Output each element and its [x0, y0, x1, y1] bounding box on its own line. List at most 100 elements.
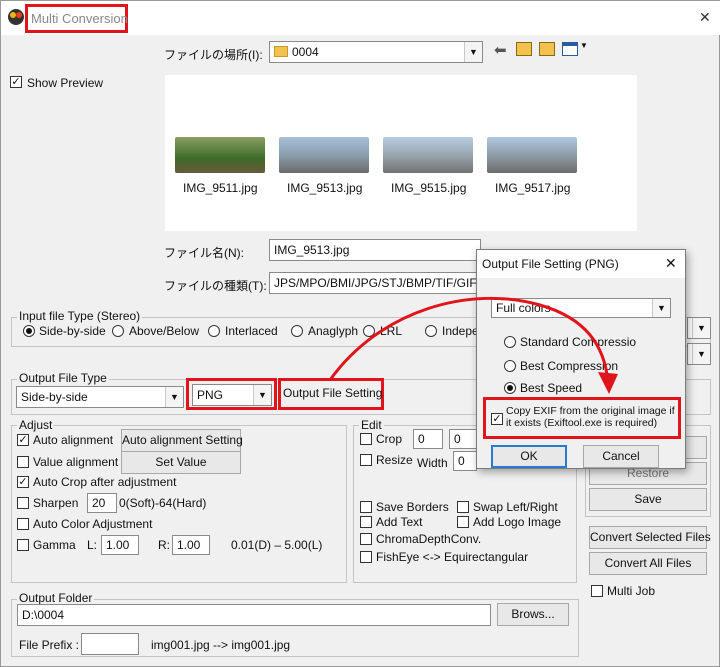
- auto-alignment-checkbox[interactable]: ✓: [17, 434, 29, 446]
- color-mode-combo[interactable]: Full colors ▼: [491, 298, 671, 318]
- chromadepth-checkbox[interactable]: [360, 533, 372, 545]
- add-text-checkbox[interactable]: [360, 516, 372, 528]
- crop-label: Crop: [376, 432, 403, 446]
- add-logo-label: Add Logo Image: [473, 515, 562, 529]
- sharpen-input[interactable]: 20: [87, 493, 117, 513]
- swap-checkbox[interactable]: [457, 501, 469, 513]
- view-menu-icon[interactable]: [562, 42, 578, 56]
- view-menu-chevron-icon[interactable]: ▼: [580, 41, 588, 50]
- convert-selected-button[interactable]: Convert Selected Files: [589, 526, 711, 549]
- show-preview-label: Show Preview: [27, 76, 104, 90]
- up-folder-icon[interactable]: [516, 42, 532, 56]
- back-arrow-icon[interactable]: ⬅: [494, 41, 507, 59]
- input-radio-4[interactable]: [363, 325, 375, 337]
- add-logo-checkbox[interactable]: [457, 516, 469, 528]
- set-value-button[interactable]: Set Value: [121, 451, 241, 474]
- input-radio-0[interactable]: [23, 325, 35, 337]
- save-button[interactable]: Save: [589, 488, 707, 511]
- input-radio-5[interactable]: [425, 325, 437, 337]
- chromadepth-label: ChromaDepthConv.: [376, 532, 482, 546]
- file-prefix-example: img001.jpg --> img001.jpg: [151, 638, 291, 652]
- gamma-checkbox[interactable]: [17, 539, 29, 551]
- compression-label-1: Best Compression: [520, 359, 619, 373]
- auto-alignment-label: Auto alignment: [33, 433, 114, 447]
- add-text-label: Add Text: [376, 515, 423, 529]
- input-radio-1[interactable]: [112, 325, 124, 337]
- browse-button[interactable]: Brows...: [497, 603, 569, 626]
- filetype-combo[interactable]: JPS/MPO/BMI/JPG/STJ/BMP/TIF/GIF/P: [269, 272, 481, 294]
- output-folder-input[interactable]: D:\0004: [17, 604, 491, 626]
- gamma-l-label: L:: [87, 538, 98, 552]
- cancel-button[interactable]: Cancel: [583, 445, 659, 468]
- fisheye-label: FishEye <-> Equirectangular: [376, 550, 529, 564]
- value-alignment-label: Value alignment: [33, 455, 119, 469]
- location-combo[interactable]: 0004 ▼: [269, 41, 483, 63]
- output-folder-title: Output Folder: [17, 591, 95, 605]
- close-icon[interactable]: ✕: [699, 9, 711, 26]
- resize-label: Resize: [376, 453, 413, 467]
- hidden-combo-1[interactable]: ▼: [687, 317, 711, 339]
- filename-input[interactable]: IMG_9513.jpg: [269, 239, 481, 261]
- location-label: ファイルの場所(I):: [164, 48, 263, 62]
- file-name-2[interactable]: IMG_9515.jpg: [391, 181, 466, 195]
- input-type-title: Input file Type (Stereo): [17, 309, 143, 323]
- multi-job-label: Multi Job: [607, 584, 656, 598]
- sharpen-checkbox[interactable]: [17, 497, 29, 509]
- hidden-combo-2[interactable]: ▼: [687, 343, 711, 365]
- compression-label-2: Best Speed: [520, 381, 583, 395]
- file-list[interactable]: IMG_9511.jpg IMG_9513.jpg IMG_9515.jpg I…: [165, 75, 637, 231]
- input-radio-2[interactable]: [208, 325, 220, 337]
- output-layout-combo[interactable]: Side-by-side ▼: [16, 386, 184, 408]
- width-input[interactable]: 0: [453, 451, 477, 471]
- input-radio-label-4: LRL: [380, 324, 403, 338]
- input-radio-label-0: Side-by-side: [39, 324, 106, 338]
- copy-exif-label: Copy EXIF from the original image if it …: [506, 405, 675, 429]
- crop-input-1[interactable]: 0: [413, 429, 443, 449]
- ok-button[interactable]: OK: [491, 445, 567, 468]
- output-layout-value: Side-by-side: [21, 390, 88, 404]
- file-name-3[interactable]: IMG_9517.jpg: [495, 181, 570, 195]
- chevron-down-icon: ▼: [652, 299, 670, 317]
- close-icon[interactable]: ✕: [665, 255, 677, 272]
- crop-checkbox[interactable]: [360, 433, 372, 445]
- convert-all-button[interactable]: Convert All Files: [589, 552, 707, 575]
- output-setting-button[interactable]: Output File Setting: [283, 383, 382, 406]
- multi-job-checkbox[interactable]: [591, 585, 603, 597]
- gamma-l-input[interactable]: 1.00: [101, 535, 139, 555]
- file-name-1[interactable]: IMG_9513.jpg: [287, 181, 362, 195]
- save-borders-checkbox[interactable]: [360, 501, 372, 513]
- thumbnail-2[interactable]: [383, 137, 473, 173]
- crop-input-2[interactable]: 0: [449, 429, 477, 449]
- window-title: Multi Conversion: [31, 11, 128, 26]
- compression-radio-0[interactable]: [504, 336, 516, 348]
- show-preview-checkbox[interactable]: ✓: [10, 76, 22, 88]
- title-bar: Multi Conversion ✕: [1, 1, 720, 35]
- gamma-r-input[interactable]: 1.00: [172, 535, 210, 555]
- copy-exif-checkbox[interactable]: ✓: [491, 413, 503, 425]
- fisheye-checkbox[interactable]: [360, 551, 372, 563]
- app-icon: [8, 9, 24, 25]
- auto-crop-checkbox[interactable]: ✓: [17, 476, 29, 488]
- output-type-title: Output File Type: [17, 371, 109, 385]
- thumbnail-3[interactable]: [487, 137, 577, 173]
- auto-color-label: Auto Color Adjustment: [33, 517, 153, 531]
- auto-alignment-setting-button[interactable]: Auto alignment Setting: [121, 429, 243, 452]
- resize-checkbox[interactable]: [360, 454, 372, 466]
- chevron-down-icon: ▼: [165, 387, 183, 407]
- thumbnail-0[interactable]: [175, 137, 265, 173]
- edit-title: Edit: [359, 418, 384, 432]
- chevron-down-icon: ▼: [464, 42, 482, 62]
- color-mode-value: Full colors: [496, 301, 551, 315]
- compression-radio-2[interactable]: [504, 382, 516, 394]
- output-format-combo[interactable]: PNG ▼: [192, 384, 272, 406]
- auto-color-checkbox[interactable]: [17, 518, 29, 530]
- value-alignment-checkbox[interactable]: [17, 456, 29, 468]
- compression-radio-1[interactable]: [504, 360, 516, 372]
- new-folder-icon[interactable]: [539, 42, 555, 56]
- thumbnail-1[interactable]: [279, 137, 369, 173]
- swap-label: Swap Left/Right: [473, 500, 558, 514]
- input-radio-3[interactable]: [291, 325, 303, 337]
- chevron-down-icon: ▼: [692, 344, 710, 364]
- file-prefix-input[interactable]: [81, 633, 139, 655]
- file-name-0[interactable]: IMG_9511.jpg: [183, 181, 258, 195]
